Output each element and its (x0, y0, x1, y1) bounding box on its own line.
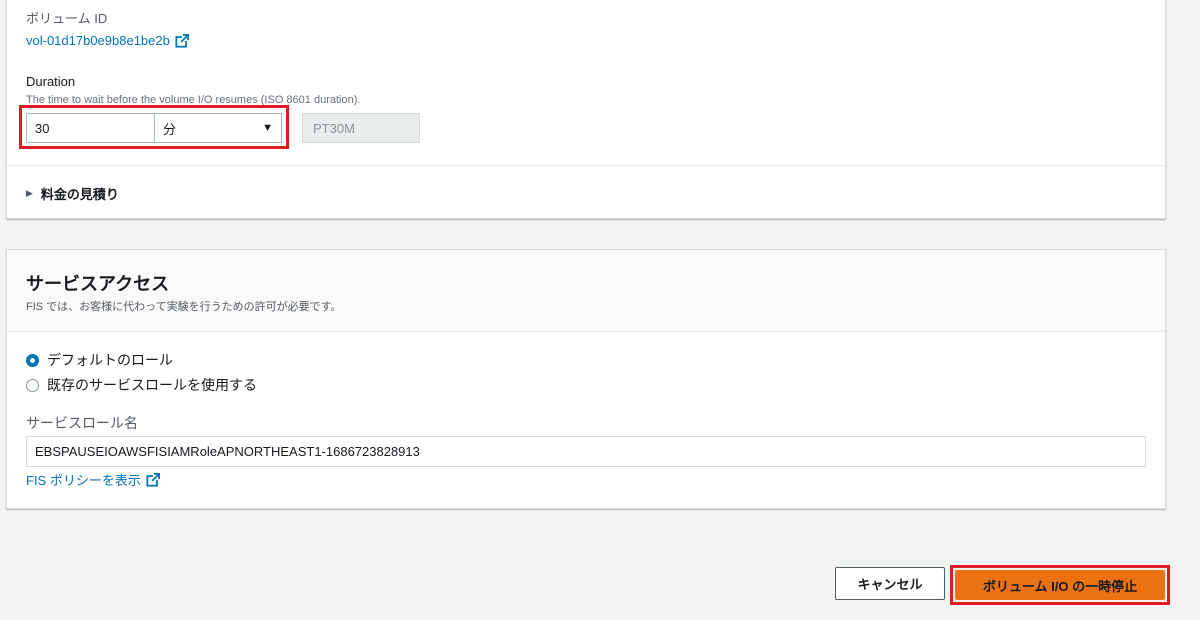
radio-checked-icon[interactable] (26, 353, 39, 367)
cancel-button[interactable]: キャンセル (835, 567, 945, 600)
duration-label: Duration (26, 74, 76, 89)
radio-default-role[interactable]: デフォルトのロール (26, 350, 173, 370)
role-name-input[interactable]: EBSPAUSEIOAWSFISIAMRoleAPNORTHEAST1-1686… (26, 436, 1146, 467)
external-link-icon (146, 472, 160, 487)
pricing-expander[interactable]: ▶ 料金の見積り (26, 184, 119, 203)
duration-iso-field: PT30M (302, 113, 420, 143)
volume-id-label: ボリューム ID (26, 11, 108, 26)
pause-volume-io-button[interactable]: ボリューム I/O の一時停止 (955, 570, 1165, 600)
duration-unit-select[interactable]: 分 ▼ (154, 113, 282, 143)
caret-right-icon: ▶ (26, 188, 33, 198)
divider (7, 165, 1165, 166)
volume-settings-panel: ボリューム ID vol-01d17b0e9b8e1be2b Duration … (6, 0, 1166, 219)
role-name-label: サービスロール名 (26, 415, 138, 431)
service-access-title: サービスアクセス (26, 274, 170, 294)
fis-policy-link[interactable]: FIS ポリシーを表示 (26, 470, 160, 489)
service-access-header (7, 250, 1165, 332)
caret-down-icon: ▼ (262, 122, 273, 134)
volume-id-link[interactable]: vol-01d17b0e9b8e1be2b (26, 33, 189, 48)
duration-value-input[interactable]: 30 (26, 113, 156, 143)
service-access-subtitle: FIS では、お客様に代わって実験を行うための許可が必要です。 (26, 301, 342, 313)
radio-existing-role[interactable]: 既存のサービスロールを使用する (26, 375, 257, 395)
volume-id-text[interactable]: vol-01d17b0e9b8e1be2b (26, 33, 170, 48)
radio-default-role-label: デフォルトのロール (47, 352, 173, 368)
pricing-label: 料金の見積り (40, 187, 119, 202)
radio-unchecked-icon[interactable] (26, 378, 39, 392)
fis-policy-link-text[interactable]: FIS ポリシーを表示 (26, 470, 141, 489)
radio-existing-role-label: 既存のサービスロールを使用する (47, 377, 257, 393)
service-access-panel: サービスアクセス FIS では、お客様に代わって実験を行うための許可が必要です。… (6, 249, 1166, 509)
highlight-box-submit: ボリューム I/O の一時停止 (950, 565, 1170, 605)
external-link-icon (175, 33, 189, 48)
duration-unit-value: 分 (163, 121, 177, 137)
